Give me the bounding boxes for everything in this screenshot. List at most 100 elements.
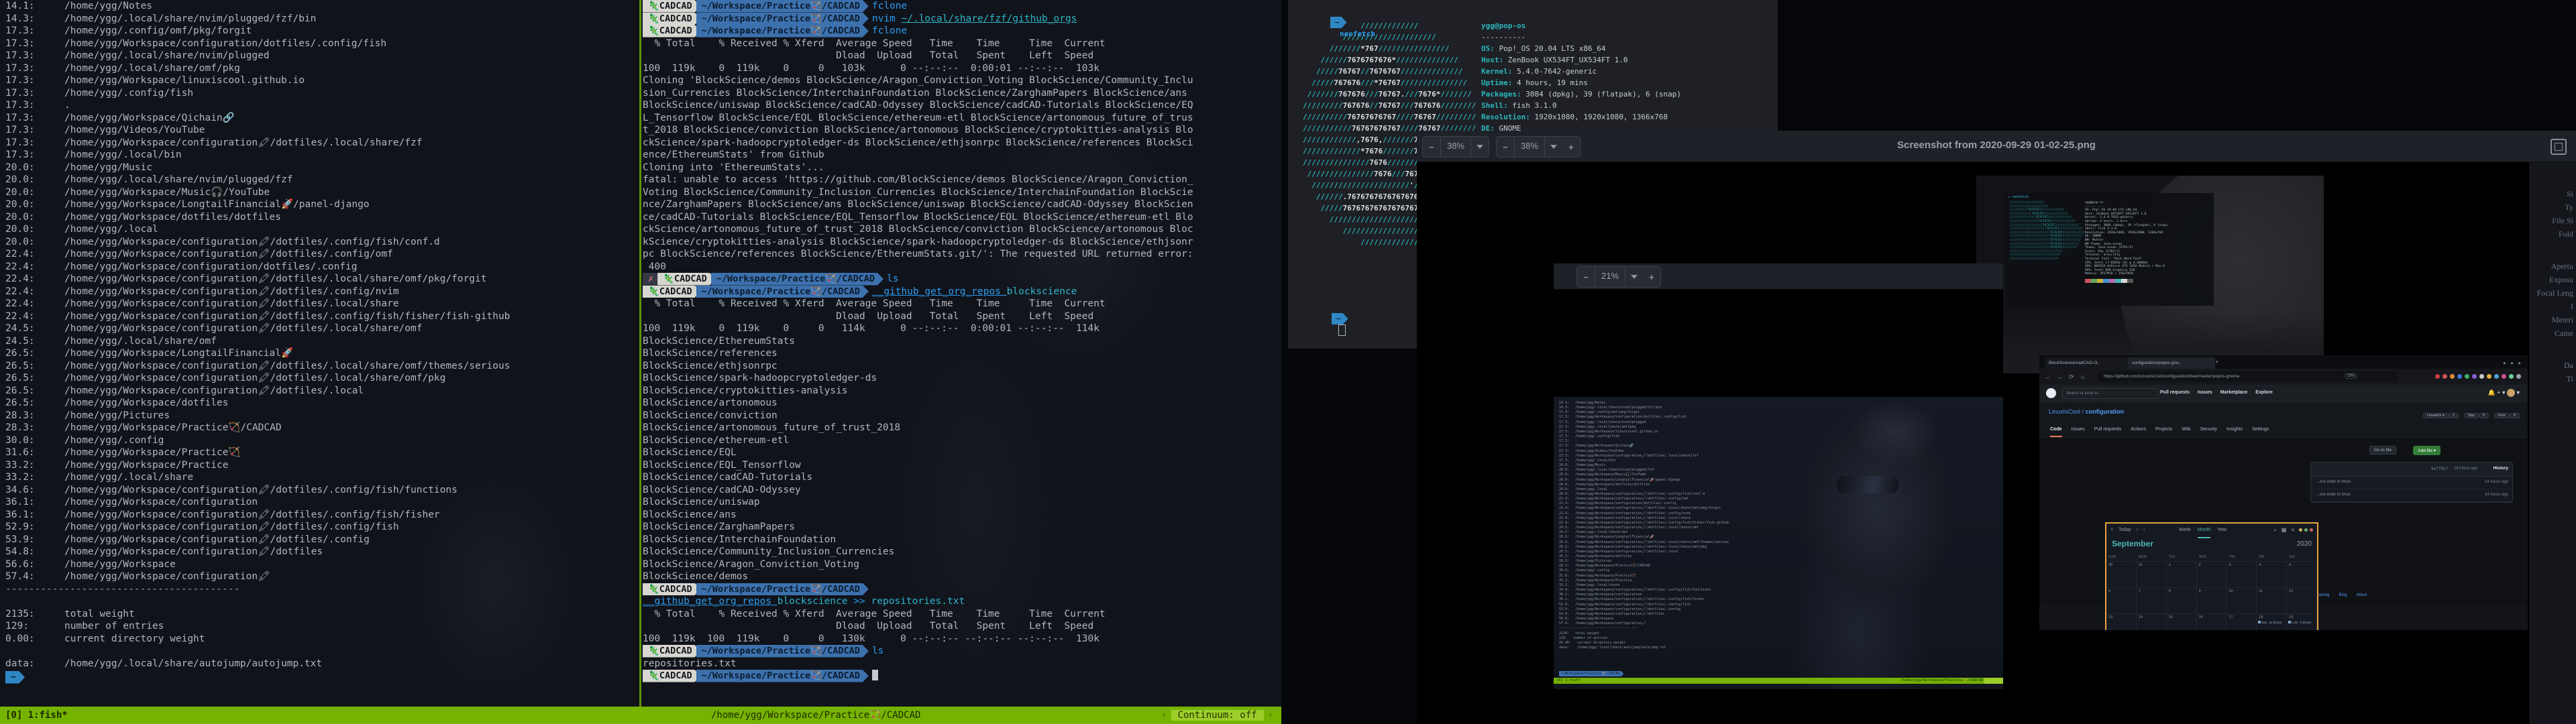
extension-icon[interactable] [2450,374,2455,379]
calendar-day-cell[interactable]: 2 [2197,561,2227,587]
extension-icon[interactable] [2494,374,2499,379]
footer-link[interactable]: Blog [2339,593,2347,597]
calendar-prev-icon[interactable]: ‹ [2137,524,2138,537]
chevron-down-icon[interactable] [1550,145,1557,149]
extension-icon[interactable] [2443,374,2447,379]
calendar-day-cell[interactable]: 17 [2226,613,2257,630]
repo-tab[interactable]: Actions [2131,422,2146,437]
extension-icon[interactable] [2502,374,2506,379]
browser-tab[interactable]: configuration/popos-gno.. [2128,357,2215,369]
calendar-view-tab[interactable]: Year [2217,524,2226,538]
calendar-day-cell[interactable]: 16 [2197,613,2227,630]
reload-icon[interactable]: ⟳ [2069,373,2074,381]
repo-tab[interactable]: Insights [2226,422,2243,437]
calendar-day-cell[interactable]: 18Sat.. 12:30 pm [2257,613,2287,630]
calendar-day-cell[interactable]: 13 [2106,613,2137,630]
repo-social-chip[interactable]: Unwatch ▾1 [2423,408,2459,420]
forward-icon[interactable]: → [2057,373,2063,380]
repo-breadcrumb[interactable]: LinuxIsCool / configuration [2049,408,2124,415]
footer-link[interactable]: About [2357,593,2367,597]
avatar[interactable] [2507,389,2515,397]
commit-file-row[interactable]: ...ore order to tmux.14 hours ago [2311,489,2512,502]
calendar-today-button[interactable]: Today [2118,524,2131,537]
image-viewer-headerbar[interactable]: − 21% + [1554,263,2003,290]
calendar-icon[interactable]: ≡ [2291,524,2294,537]
calendar-day-cell[interactable]: 9 [2197,587,2227,613]
zoom-out-button[interactable]: − [1423,142,1440,152]
calendar-view-tab[interactable]: Week [2179,524,2191,538]
image-viewer-window-small[interactable]: − 21% + 14.1: /home/ygg/Notes14.3: /home… [1554,263,2003,679]
calendar-day-cell[interactable]: 10 [2226,587,2257,613]
github-search-input[interactable]: Search or jump to... [2062,388,2159,399]
commit-hash[interactable]: 4e7f957 [2431,467,2448,471]
gnome-calendar-window[interactable]: + Today ‹ › WeekMonthYear ⌕▦≡ September [2105,522,2318,630]
repo-tab[interactable]: Issues [2072,422,2085,437]
github-nav-item[interactable]: Pull requests [2160,390,2190,395]
github-nav-item[interactable]: Marketplace [2220,390,2247,395]
chevron-down-icon[interactable] [1631,275,1638,279]
calendar-day-cell[interactable]: 3 [2226,561,2257,587]
zoom-level-value[interactable]: 21% [1595,267,1625,287]
commit-file-row[interactable]: ...ore order to tmux.14 hours ago [2311,477,2512,489]
zoom-level-value[interactable]: 38% [1440,137,1471,157]
calendar-add-button[interactable]: + [2110,524,2113,537]
go-to-file-button[interactable]: Go to file [2369,446,2396,455]
home-icon[interactable]: ⌂ [2081,373,2084,380]
chevron-down-icon[interactable] [1477,145,1483,149]
calendar-event[interactable]: LAD.. 0:00 pm [2288,621,2311,624]
github-logo-icon[interactable] [2046,388,2056,398]
tmux-pane-border[interactable] [639,0,641,707]
extension-icon[interactable] [2435,374,2440,379]
extension-icon[interactable] [2465,374,2469,379]
extension-icon[interactable] [2509,374,2514,379]
calendar-view-tab[interactable]: Month [2198,524,2210,538]
calendar-day-cell[interactable]: 4 [2257,561,2287,587]
calendar-icon[interactable]: ⌕ [2273,524,2276,537]
extension-icon[interactable] [2516,374,2521,379]
image-canvas[interactable]: 14.1: /home/ygg/Notes14.3: /home/ygg/.lo… [1554,290,2003,679]
calendar-day-cell[interactable]: 1 [2167,561,2197,587]
back-icon[interactable]: ← [2045,373,2051,380]
add-file-button[interactable]: Add file ▾ [2413,446,2440,455]
desktop-right[interactable]: scratch.txt shoes and docs − 38% − 38% +… [1281,0,2576,724]
zoom-out-button[interactable]: − [1497,142,1514,152]
calendar-day-cell[interactable]: 11 [2257,587,2287,613]
repo-social-chip[interactable]: Fork0 [2494,408,2520,420]
calendar-icon[interactable]: ▦ [2282,524,2287,537]
calendar-day-cell[interactable]: 7 [2137,587,2167,613]
zoom-out-button[interactable]: − [1577,272,1595,282]
extension-icon[interactable] [2487,374,2491,379]
calendar-day-cell[interactable]: 19LAD.. 0:00 pm [2287,613,2317,630]
browser-tab[interactable]: BlockScience/cadCAD-O.. [2045,357,2132,369]
repo-tab[interactable]: Wiki [2182,422,2190,437]
calendar-day-cell[interactable]: 14 [2137,613,2167,630]
repo-tab[interactable]: Settings [2252,422,2269,437]
tmux-session-window[interactable]: [0] 1:fish* [5,707,68,724]
tmux-terminal-window[interactable]: 14.1:/home/ygg/Notes14.3:/home/ygg/.loca… [0,0,1281,724]
repo-tab[interactable]: Security [2200,422,2217,437]
zoom-in-button[interactable]: + [1562,142,1580,152]
extension-icon[interactable] [2479,374,2484,379]
repo-tab[interactable]: Code [2050,422,2062,437]
calendar-event[interactable]: Sat.. 12:30 pm [2258,621,2282,624]
calendar-next-icon[interactable]: › [2143,524,2145,537]
tmux-pane-cadcad[interactable]: 🦎CADCAD~/Workspace/Practice🏹/CADCADfclon… [643,0,1281,707]
calendar-day-cell[interactable]: 6 [2106,587,2137,613]
image-viewer-headerbar[interactable]: − 38% − 38% + Screenshot from 2020-09-29… [1417,131,2576,162]
calendar-day-cell[interactable]: 15 [2167,613,2197,630]
page-zoom-badge[interactable]: 33% [2345,373,2357,379]
repo-social-chip[interactable]: Star0 [2464,408,2489,420]
fullscreen-icon[interactable] [2551,139,2567,155]
repo-tab[interactable]: Pull requests [2094,422,2121,437]
extension-icon[interactable] [2457,374,2462,379]
github-nav-item[interactable]: Explore [2255,390,2273,395]
calendar-day-cell[interactable]: 30 [2106,561,2137,587]
calendar-day-cell[interactable]: 31 [2137,561,2167,587]
extension-icon[interactable] [2472,374,2477,379]
tmux-pane-autojump[interactable]: 14.1:/home/ygg/Notes14.3:/home/ygg/.loca… [0,0,639,707]
calendar-day-cell[interactable]: 8 [2167,587,2197,613]
calendar-day-cell[interactable]: 5 [2287,561,2317,587]
zoom-in-button[interactable]: + [1643,272,1660,282]
github-nav-item[interactable]: Issues [2198,390,2212,395]
calendar-day-cell[interactable]: 12 [2287,587,2317,613]
